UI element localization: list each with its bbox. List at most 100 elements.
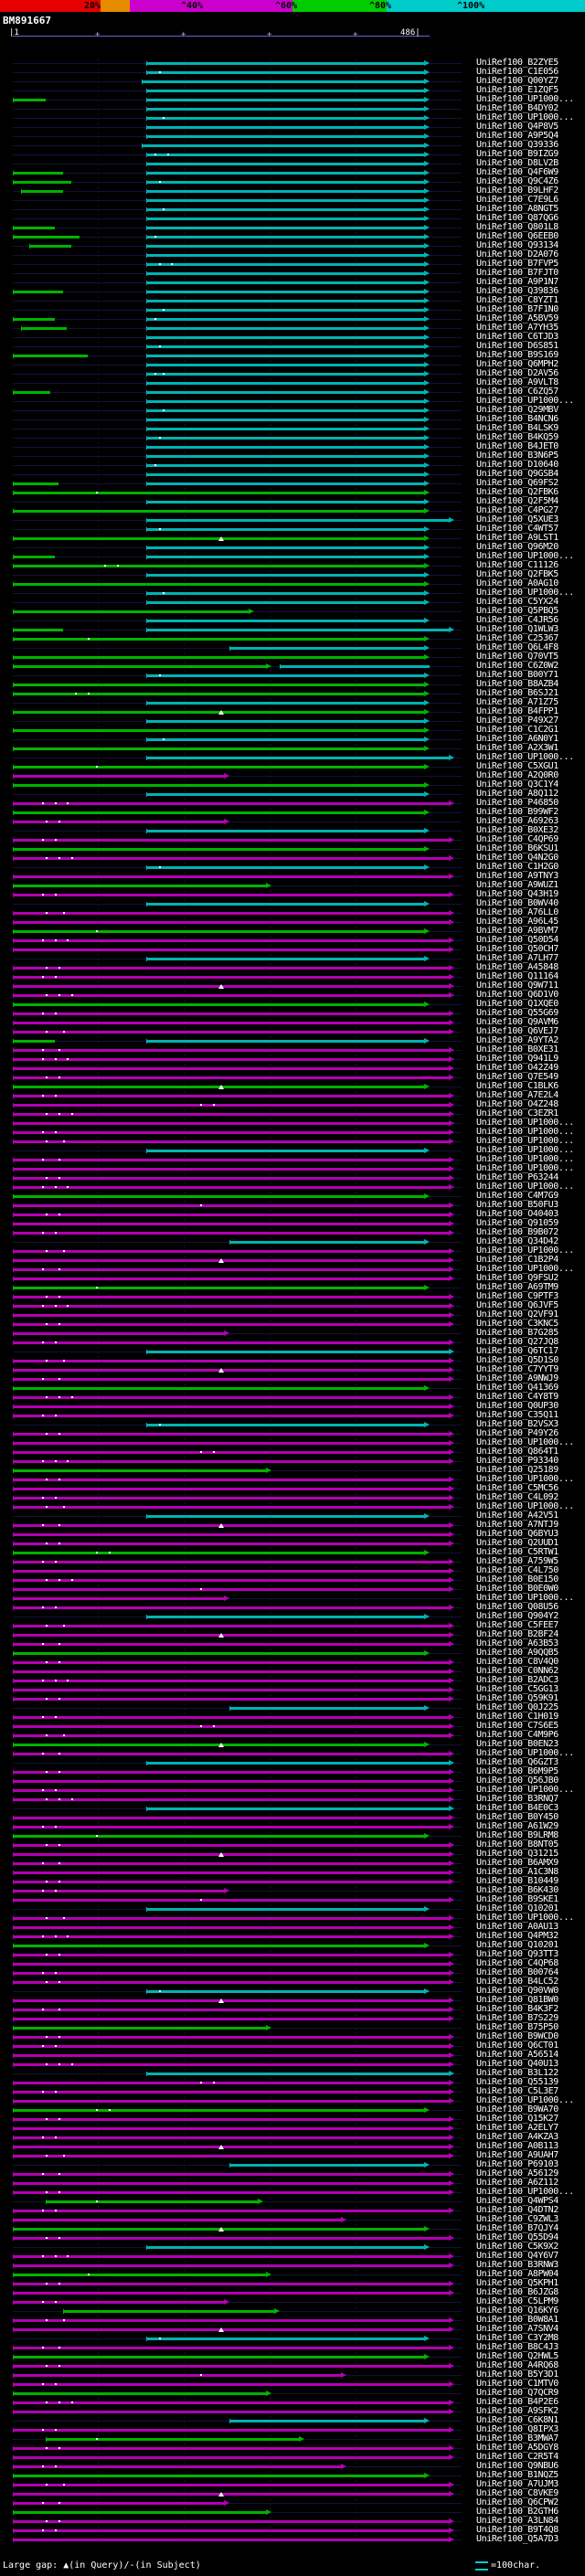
hit-bar-start-tick	[146, 701, 147, 705]
hit-bar	[13, 839, 450, 842]
hit-bar-arrowhead-icon	[449, 1394, 454, 1400]
hit-bar-start-tick	[13, 1651, 14, 1656]
mismatch-dot	[46, 821, 48, 822]
hit-bar-arrowhead-icon	[449, 1166, 454, 1171]
hit-bar	[13, 1634, 450, 1637]
hit-bar-start-tick	[13, 1816, 14, 1820]
hit-bar	[146, 327, 425, 330]
hit-bar	[146, 382, 425, 385]
hit-bar-arrowhead-icon	[424, 1650, 430, 1656]
hit-bar	[146, 464, 425, 467]
mismatch-dot	[71, 1113, 73, 1115]
mismatch-dot	[71, 1396, 73, 1398]
hit-bar-start-tick	[13, 555, 14, 559]
mismatch-dot	[159, 1424, 161, 1426]
hit-bar-arrowhead-icon	[424, 1038, 430, 1044]
hit-bar-start-tick	[13, 2172, 14, 2177]
mismatch-dot	[42, 1890, 44, 1892]
hit-bar-arrowhead-icon	[224, 2500, 229, 2506]
hit-bar	[13, 1168, 450, 1171]
mismatch-dot	[42, 1095, 44, 1097]
hit-bar-start-tick	[13, 664, 14, 669]
hit-bar	[13, 2274, 267, 2276]
mismatch-dot	[58, 1643, 60, 1645]
hit-bar	[13, 2127, 450, 2130]
hit-bar	[146, 757, 450, 759]
hit-bar	[146, 519, 450, 522]
mismatch-dot	[58, 1954, 60, 1956]
hit-bar	[13, 1497, 450, 1500]
mismatch-dot	[42, 1232, 44, 1234]
hit-bar	[146, 99, 425, 101]
key-percent-label: ^80%	[369, 1, 391, 11]
hit-bar-start-tick	[146, 399, 147, 404]
mismatch-dot	[58, 1296, 60, 1298]
mismatch-dot	[63, 1031, 65, 1033]
hit-bar	[13, 1268, 450, 1271]
hit-bar-start-tick	[146, 1615, 147, 1619]
hit-bar	[13, 638, 425, 641]
mismatch-dot	[55, 1131, 57, 1133]
hit-bar	[146, 2072, 450, 2075]
hit-bar-start-tick	[146, 317, 147, 322]
hit-bar	[13, 1798, 450, 1801]
hit-bar-start-tick	[229, 2163, 230, 2168]
hit-bar-start-tick	[146, 162, 147, 166]
hit-row[interactable]: UniRef100_Q5A7D3	[0, 2535, 585, 2544]
hit-bar-arrowhead-icon	[449, 1696, 454, 1701]
hit-bar-start-tick	[13, 226, 14, 230]
hit-bar	[146, 428, 425, 430]
hit-bar	[13, 2118, 450, 2121]
hit-bar	[13, 236, 80, 239]
hit-bar-arrowhead-icon	[449, 1824, 454, 1829]
mismatch-dot	[42, 1131, 44, 1133]
hit-bar-start-tick	[13, 1478, 14, 1482]
hit-bar	[13, 1415, 450, 1417]
hit-bar	[13, 1332, 225, 1335]
mismatch-dot	[42, 1789, 44, 1791]
hit-bar-arrowhead-icon	[424, 700, 430, 705]
hit-bar-start-tick	[13, 1770, 14, 1775]
hit-bar-start-tick	[146, 107, 147, 111]
hit-bar	[146, 154, 425, 156]
hit-bar-arrowhead-icon	[449, 1924, 454, 1930]
mismatch-dot	[58, 2347, 60, 2348]
mismatch-dot	[42, 2502, 44, 2504]
hit-bar-arrowhead-icon	[424, 234, 430, 239]
hit-bar-start-tick	[13, 655, 14, 660]
hit-bar	[13, 2219, 342, 2221]
hit-bar	[146, 958, 425, 960]
mismatch-dot	[55, 1012, 57, 1014]
mismatch-dot	[42, 2383, 44, 2385]
hit-bar-start-tick	[13, 171, 14, 175]
hit-bar	[13, 1076, 450, 1079]
hit-bar-start-tick	[13, 1030, 14, 1034]
hit-bar	[13, 1405, 450, 1408]
hit-bar-arrowhead-icon	[299, 2436, 304, 2442]
hit-bar	[13, 1378, 450, 1381]
hit-bar-arrowhead-icon	[424, 563, 430, 568]
hit-bar	[13, 492, 425, 494]
hit-label[interactable]: UniRef100_Q5A7D3	[476, 2535, 558, 2544]
hit-bar	[13, 1214, 450, 1216]
hit-bar-arrowhead-icon	[449, 2482, 454, 2487]
mismatch-dot	[117, 565, 119, 567]
mismatch-dot	[200, 1204, 202, 1206]
mismatch-dot	[213, 1725, 215, 1727]
hit-bar-start-tick	[146, 792, 147, 797]
hit-bar	[146, 482, 425, 485]
hit-bar	[146, 373, 425, 376]
mismatch-dot	[42, 1012, 44, 1014]
hit-bar	[146, 163, 425, 165]
hit-bar-arrowhead-icon	[224, 773, 229, 779]
hit-bar	[13, 1698, 450, 1701]
hit-bar	[146, 2337, 425, 2340]
mismatch-dot	[63, 1625, 65, 1627]
mismatch-dot	[159, 674, 161, 676]
hit-bar	[13, 1871, 450, 1874]
hit-bar-start-tick	[146, 591, 147, 596]
hit-bar	[146, 601, 425, 604]
hit-bar-arrowhead-icon	[449, 2089, 454, 2094]
hit-bar-start-tick	[13, 180, 14, 185]
mismatch-dot	[159, 71, 161, 73]
